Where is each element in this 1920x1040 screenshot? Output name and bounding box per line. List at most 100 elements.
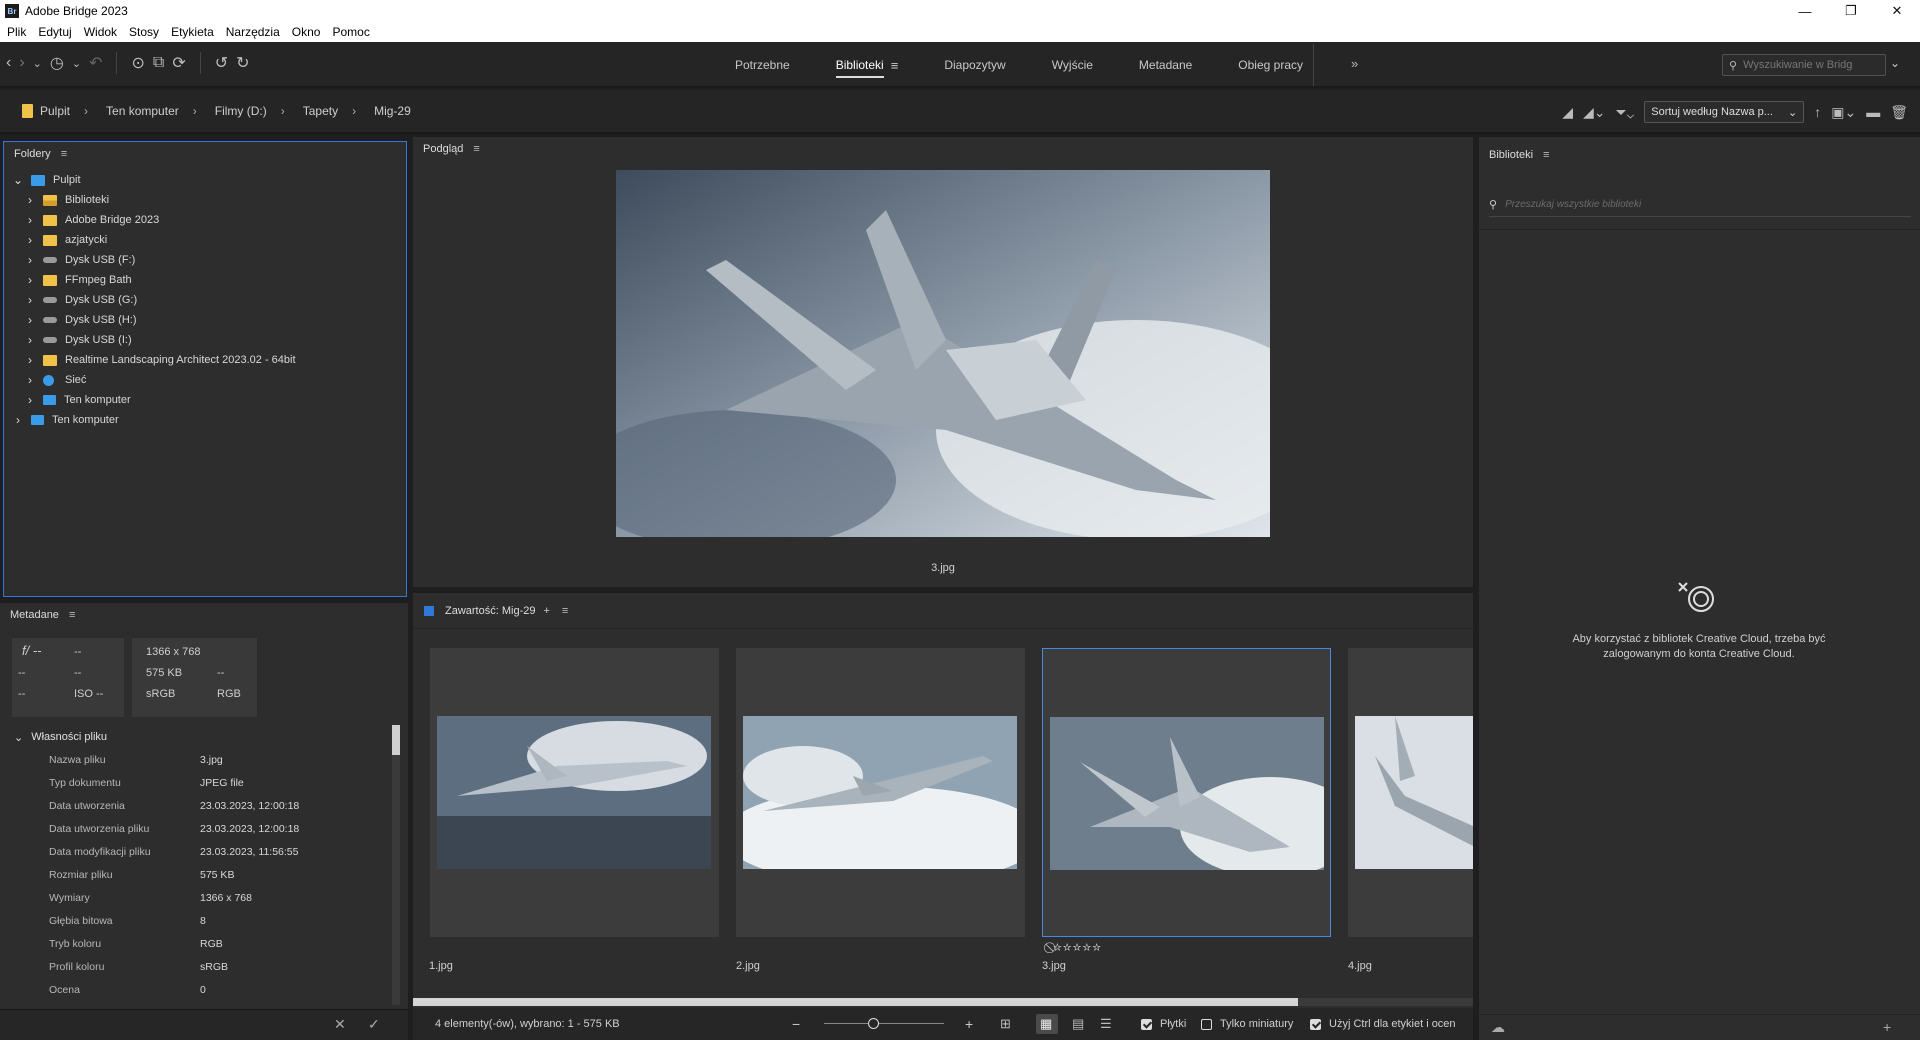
search-input[interactable]: Wyszukiwanie w Bridg [1743,59,1852,71]
cloud-sync-icon[interactable]: ☁ [1491,1019,1505,1036]
libraries-search-input[interactable]: Przeszukaj wszystkie biblioteki [1505,199,1641,210]
tree-node[interactable]: › Dysk USB (H:) [4,310,406,330]
forward-icon[interactable]: › [19,54,24,72]
workspace-wyjscie[interactable]: Wyjście [1052,58,1093,72]
tree-node[interactable]: › Ten komputer [4,390,406,410]
filter-icon[interactable]: ⏷⌄ [1615,104,1634,121]
close-button[interactable]: ✕ [1874,0,1920,22]
chevron-right-icon[interactable]: › [23,353,37,367]
tree-node[interactable]: › Ten komputer [4,410,406,430]
ctrl-option[interactable]: Użyj Ctrl dla etykiet i ocen [1310,1018,1456,1030]
chevron-right-icon[interactable]: › [11,413,25,427]
scrollbar-thumb[interactable] [392,725,400,755]
add-icon[interactable]: + [1883,1019,1891,1035]
horizontal-scrollbar[interactable] [413,998,1473,1006]
workspace-diapozytyw[interactable]: Diapozytyw [944,58,1005,72]
tree-node[interactable]: › azjatycki [4,230,406,250]
checkbox-checked-icon[interactable] [1141,1018,1152,1030]
apply-icon[interactable]: ✓ [368,1016,380,1033]
tree-node[interactable]: › FFmpeg Bath [4,270,406,290]
delete-icon[interactable]: 🗑 [1890,104,1908,121]
libraries-search[interactable]: ⚲ Przeszukaj wszystkie biblioteki [1489,193,1911,217]
chevron-right-icon[interactable]: › [23,233,37,247]
hamburger-icon[interactable]: ≡ [61,148,67,160]
menu-stosy[interactable]: Stosy [129,25,159,39]
tree-node[interactable]: › Realtime Landscaping Architect 2023.02… [4,350,406,370]
chevron-right-icon[interactable]: › [23,213,37,227]
thumbnails-only-option[interactable]: Tylko miniatury [1201,1018,1293,1030]
hamburger-icon[interactable]: ≡ [562,605,568,617]
zoom-slider-handle[interactable] [868,1018,879,1029]
breadcrumb-item[interactable]: Pulpit [40,104,70,118]
checkbox-checked-icon[interactable] [1310,1018,1321,1030]
hamburger-icon[interactable]: ≡ [891,58,899,73]
preview-image[interactable] [616,170,1270,537]
section-header[interactable]: ⌄ Własności pliku [0,726,408,748]
scrollbar[interactable] [392,725,400,1005]
menu-narzedzia[interactable]: Narzędzia [226,25,280,39]
restore-button[interactable]: ❐ [1828,0,1874,22]
thumbnail[interactable] [430,648,719,937]
chevron-right-icon[interactable]: › [281,104,285,118]
minimize-button[interactable]: — [1782,0,1828,22]
menu-widok[interactable]: Widok [84,25,117,39]
chevron-down-icon[interactable]: ⌄ [72,57,81,70]
cancel-icon[interactable]: ✕ [334,1016,346,1033]
boomerang-icon[interactable]: ↶ [89,53,102,73]
chevron-right-icon[interactable]: › [352,104,356,118]
chevron-down-icon[interactable]: ⌄ [1890,56,1900,70]
copy-icon[interactable]: ⧉ [153,54,164,72]
chevron-right-icon[interactable]: › [23,193,37,207]
recent-icon[interactable]: ◷ [50,53,64,73]
search-box[interactable]: ⚲ Wyszukiwanie w Bridg [1722,54,1886,76]
new-folder-icon[interactable]: ▬ [1866,104,1880,120]
thumbnail[interactable] [736,648,1025,937]
quality-icon[interactable]: ◢ [1562,104,1573,121]
menu-okno[interactable]: Okno [292,25,321,39]
chevron-right-icon[interactable]: › [84,104,88,118]
chevron-right-icon[interactable]: › [23,313,37,327]
chevron-down-icon[interactable]: ⌄ [33,57,42,70]
more-workspaces-icon[interactable]: » [1351,56,1358,71]
tree-node[interactable]: › Dysk USB (I:) [4,330,406,350]
workspace-potrzebne[interactable]: Potrzebne [735,58,790,72]
open-recent-icon[interactable]: ▣⌄ [1831,104,1856,121]
zoom-slider-track[interactable] [824,1023,944,1024]
checkbox-icon[interactable] [1201,1018,1212,1030]
rating-stars[interactable]: ⃠☆☆☆☆☆ [1052,942,1102,955]
tiles-option[interactable]: Płytki [1141,1018,1186,1030]
rating-filter-icon[interactable]: ◢⌄ [1583,104,1606,121]
rotate-right-icon[interactable]: ↻ [236,53,249,73]
chevron-right-icon[interactable]: › [23,253,37,267]
tree-node[interactable]: › Dysk USB (G:) [4,290,406,310]
thumbnail-selected[interactable] [1042,648,1331,937]
workspace-metadane[interactable]: Metadane [1139,58,1192,72]
workspace-obieg-pracy[interactable]: Obieg pracy [1238,58,1303,72]
refine-icon[interactable]: ⟳ [172,53,185,73]
sort-dropdown[interactable]: Sortuj według Nazwa p... ⌄ [1644,101,1805,123]
breadcrumb-item[interactable]: Filmy (D:) [215,104,267,118]
menu-pomoc[interactable]: Pomoc [332,25,369,39]
chevron-right-icon[interactable]: › [23,373,37,387]
scrollbar-thumb[interactable] [413,998,1298,1006]
thumbnail[interactable] [1348,648,1473,937]
add-icon[interactable]: + [543,605,549,617]
rotate-left-icon[interactable]: ↺ [215,53,228,73]
menu-edytuj[interactable]: Edytuj [38,25,71,39]
menu-etykieta[interactable]: Etykieta [171,25,214,39]
camera-icon[interactable]: ⊙ [131,53,144,73]
sort-ascending-icon[interactable]: ↑ [1814,104,1821,120]
workspace-biblioteki[interactable]: Biblioteki [835,52,884,78]
list-view-icon[interactable]: ☰ [1100,1016,1112,1032]
chevron-right-icon[interactable]: › [193,104,197,118]
hamburger-icon[interactable]: ≡ [1543,149,1549,161]
tree-node[interactable]: ⌄ Pulpit [4,170,406,190]
chevron-right-icon[interactable]: › [23,293,37,307]
grid-lock-icon[interactable]: ⊞ [1000,1016,1011,1032]
zoom-in-icon[interactable]: + [965,1016,973,1032]
tree-node[interactable]: › Biblioteki [4,190,406,210]
chevron-right-icon[interactable]: › [23,393,37,407]
hamburger-icon[interactable]: ≡ [69,609,75,621]
breadcrumb-item[interactable]: Mig-29 [374,104,411,118]
menu-plik[interactable]: Plik [7,25,26,39]
